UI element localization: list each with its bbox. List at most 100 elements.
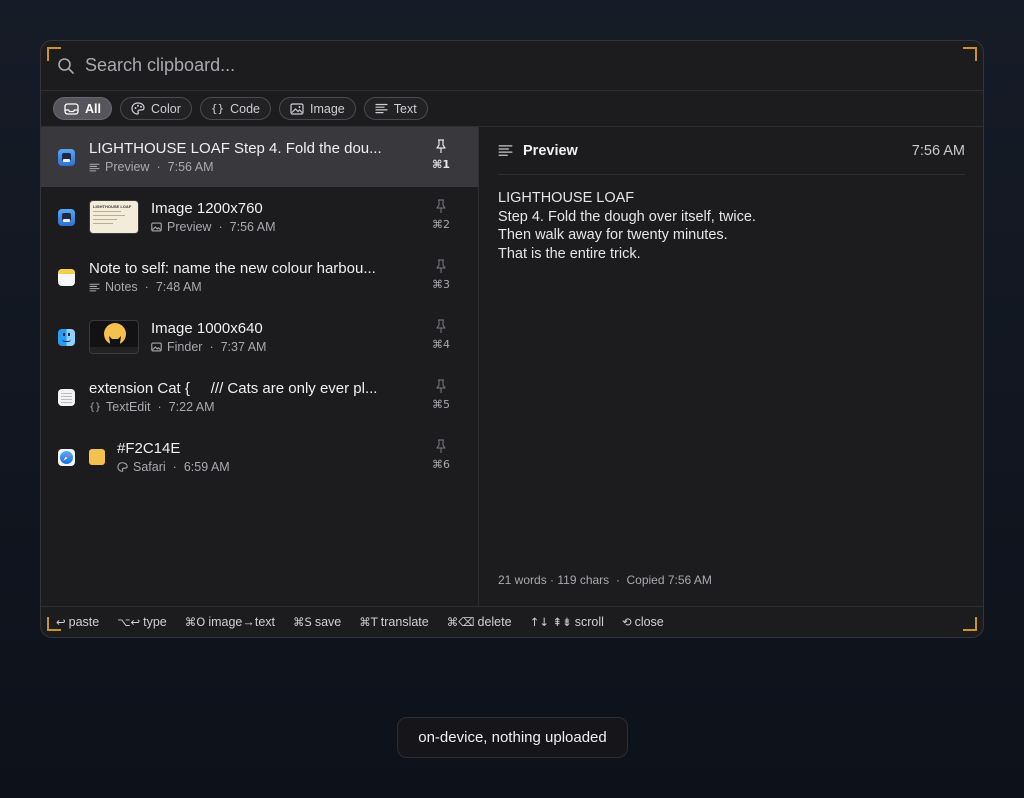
hint-delete[interactable]: ⌘⌫ delete xyxy=(447,615,512,629)
clip-app: TextEdit xyxy=(106,400,151,414)
hint-image-to-text[interactable]: ⌘O image→text xyxy=(185,615,275,629)
filter-chip-text[interactable]: Text xyxy=(363,97,428,120)
hint-close[interactable]: ⟲ close xyxy=(622,615,664,629)
escape-icon: ⟲ xyxy=(621,615,632,629)
clip-title: Note to self: name the new colour harbou… xyxy=(89,260,376,277)
option-return-key-icon: ⌥↩ xyxy=(117,615,141,629)
preview-line: LIGHTHOUSE LOAF xyxy=(498,190,635,206)
corner-mark-bottom-left xyxy=(47,617,61,631)
filter-chip-label: Image xyxy=(310,101,345,116)
search-input[interactable] xyxy=(85,55,885,76)
clip-time: 7:48 AM xyxy=(155,280,202,294)
clip-time: 7:22 AM xyxy=(168,400,215,414)
corner-mark-bottom-right xyxy=(963,617,977,631)
clip-shortcut: ⌘5 xyxy=(432,398,450,411)
clip-title: LIGHTHOUSE LOAF Step 4. Fold the dou... xyxy=(89,140,382,157)
photo-icon xyxy=(151,342,162,352)
photo-icon xyxy=(290,102,304,115)
textedit-app-icon xyxy=(58,388,75,406)
clip-app: Notes xyxy=(105,280,138,294)
clip-item[interactable]: Image 1000x640 Finder · 7:37 AM ⌘4 xyxy=(41,307,478,367)
pin-button[interactable]: ⌘1 xyxy=(432,139,450,171)
clip-item[interactable]: LIGHTHOUSE LOAF Step 4. Fold the dou... … xyxy=(41,127,478,187)
pin-button[interactable]: ⌘6 xyxy=(432,439,450,471)
preview-pane: Preview 7:56 AM LIGHTHOUSE LOAF Step 4. … xyxy=(479,127,983,607)
corner-mark-top-left xyxy=(47,47,61,61)
cat-silhouette-icon xyxy=(90,336,138,353)
filter-chip-color[interactable]: Color xyxy=(119,97,192,120)
tray-icon xyxy=(64,102,79,115)
hint-paste[interactable]: ↩ paste xyxy=(56,615,99,629)
clip-app: Finder xyxy=(167,340,203,354)
filter-chip-label: Color xyxy=(150,101,181,116)
clip-time: 6:59 AM xyxy=(183,460,230,474)
palette-icon xyxy=(131,102,145,115)
pin-icon xyxy=(436,439,446,453)
clip-shortcut: ⌘4 xyxy=(432,338,450,351)
photo-icon xyxy=(151,222,162,232)
finder-app-icon xyxy=(58,328,75,346)
preview-app-icon xyxy=(58,208,75,226)
clip-title: extension Cat { /// Cats are only ever p… xyxy=(89,380,378,397)
preview-header: Preview 7:56 AM xyxy=(498,127,965,175)
filter-chip-code[interactable]: {} Code xyxy=(199,97,271,120)
clip-title: Image 1200x760 xyxy=(151,200,263,217)
clip-time: 7:56 AM xyxy=(229,220,276,234)
clip-item[interactable]: extension Cat { /// Cats are only ever p… xyxy=(41,367,478,427)
hint-translate[interactable]: ⌘T translate xyxy=(359,615,428,629)
color-swatch xyxy=(89,449,105,465)
filter-chip-label: Code xyxy=(230,101,260,116)
lines-icon xyxy=(89,283,100,291)
pin-button[interactable]: ⌘2 xyxy=(432,199,450,231)
lines-icon xyxy=(375,103,388,114)
filter-chip-all[interactable]: All xyxy=(53,97,112,120)
hint-save[interactable]: ⌘S save xyxy=(293,615,341,629)
pin-button[interactable]: ⌘4 xyxy=(432,319,450,351)
clip-item[interactable]: #F2C14E Safari · 6:59 AM ⌘6 xyxy=(41,427,478,487)
clip-shortcut: ⌘6 xyxy=(432,458,450,471)
preview-line: Step 4. Fold the dough over itself, twic… xyxy=(498,208,756,225)
pin-icon xyxy=(436,379,446,393)
filter-bar: All Color {} Code Image Text xyxy=(41,91,983,127)
clip-app: Preview xyxy=(105,160,150,174)
preview-title: Preview xyxy=(523,142,578,159)
pin-button[interactable]: ⌘3 xyxy=(432,259,450,291)
clip-shortcut: ⌘3 xyxy=(432,278,450,291)
filter-chip-label: Text xyxy=(393,101,417,116)
clip-app: Preview xyxy=(167,220,212,234)
pin-icon xyxy=(436,259,446,273)
palette-icon xyxy=(117,462,128,472)
clip-time: 7:56 AM xyxy=(167,160,214,174)
clip-list: LIGHTHOUSE LOAF Step 4. Fold the dou... … xyxy=(41,127,479,607)
filter-chip-image[interactable]: Image xyxy=(279,97,356,120)
safari-app-icon xyxy=(58,448,75,466)
clip-shortcut: ⌘2 xyxy=(432,218,450,231)
thumb-title: LIGHTHOUSE LOAF xyxy=(93,204,132,209)
lines-icon xyxy=(89,163,100,171)
hint-type[interactable]: ⌥↩ type xyxy=(117,615,167,629)
clip-title: #F2C14E xyxy=(117,440,181,457)
pin-icon xyxy=(436,319,446,333)
preview-app-icon xyxy=(58,148,75,166)
image-thumbnail: LIGHTHOUSE LOAF xyxy=(89,200,139,234)
content-area: LIGHTHOUSE LOAF Step 4. Fold the dou... … xyxy=(41,127,983,607)
preview-text[interactable]: LIGHTHOUSE LOAF Step 4. Fold the dough o… xyxy=(498,189,756,263)
clip-time: 7:37 AM xyxy=(220,340,267,354)
filter-chip-label: All xyxy=(85,101,101,116)
clip-item[interactable]: LIGHTHOUSE LOAF Image 1200x760 Preview ·… xyxy=(41,187,478,247)
clip-item[interactable]: Note to self: name the new colour harbou… xyxy=(41,247,478,307)
clip-title: Image 1000x640 xyxy=(151,320,263,337)
braces-icon: {} xyxy=(89,401,102,413)
clipboard-panel: All Color {} Code Image Text xyxy=(40,40,984,638)
privacy-toast: on-device, nothing uploaded xyxy=(397,717,628,758)
shortcut-hints-bar: ↩ paste ⌥↩ type ⌘O image→text ⌘S save ⌘T tran… xyxy=(41,606,983,637)
preview-time: 7:56 AM xyxy=(911,142,965,159)
preview-stats: 21 words · 119 chars · Copied 7:56 AM xyxy=(498,573,712,587)
pin-icon xyxy=(436,139,446,153)
braces-icon: {} xyxy=(210,102,225,115)
pin-icon xyxy=(436,199,446,213)
lines-icon xyxy=(498,145,513,156)
hint-scroll[interactable]: ↑↓ ⇞⇟ scroll xyxy=(530,615,604,629)
pin-button[interactable]: ⌘5 xyxy=(432,379,450,411)
notes-app-icon xyxy=(58,268,75,286)
